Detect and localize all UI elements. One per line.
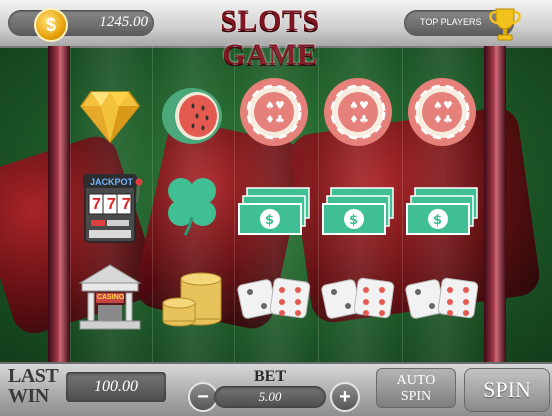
last-win-label-line2: WIN <box>8 385 49 407</box>
svg-text:♣: ♣ <box>359 113 369 126</box>
spin-button[interactable]: SPIN <box>464 368 550 412</box>
dice-icon <box>318 262 398 342</box>
svg-text:♠: ♠ <box>433 99 443 112</box>
svg-text:♦: ♦ <box>349 113 359 126</box>
bet-label: BET <box>253 368 286 385</box>
diamond-icon <box>70 76 150 156</box>
coin-stack-icon <box>152 256 232 336</box>
poker-chip-icon: ♠ ♥ ♦ ♣ <box>318 72 398 152</box>
casino-label: CASINO <box>97 294 125 301</box>
coin-icon: $ <box>34 8 68 42</box>
svg-text:♣: ♣ <box>275 113 285 126</box>
dice-icon <box>234 262 314 342</box>
watermelon-icon <box>152 76 232 156</box>
bet-increase-button[interactable]: + <box>330 382 360 412</box>
last-win-label-line1: LAST <box>8 365 59 387</box>
svg-text:♥: ♥ <box>443 99 453 112</box>
svg-text:♣: ♣ <box>443 113 453 126</box>
svg-text:♥: ♥ <box>359 99 369 112</box>
auto-spin-label-line2: SPIN <box>400 389 432 404</box>
svg-text:♦: ♦ <box>433 113 443 126</box>
poker-chip-icon: ♠ ♥ ♦ ♣ <box>234 72 314 152</box>
svg-text:♠: ♠ <box>265 99 275 112</box>
cash-icon: $ <box>402 172 482 252</box>
poker-chip-icon: ♠ ♥ ♦ ♣ <box>402 72 482 152</box>
cash-icon: $ <box>234 172 314 252</box>
slot-machine-digits: 777 <box>92 196 137 213</box>
coin-balance: 1245.00 <box>99 14 148 30</box>
svg-text:♦: ♦ <box>265 113 275 126</box>
slot-machine-icon: JACKPOT 777 <box>70 166 150 246</box>
clover-icon <box>152 164 232 244</box>
auto-spin-button[interactable]: AUTO SPIN <box>376 368 456 408</box>
last-win-label: LAST WIN <box>8 366 70 406</box>
last-win-value: 100.00 <box>66 372 166 402</box>
top-players-label: TOP PLAYERS <box>420 17 482 27</box>
auto-spin-label-line1: AUTO <box>396 373 436 388</box>
reel-frame-left <box>48 46 70 362</box>
trophy-icon[interactable] <box>488 6 522 42</box>
casino-building-icon: CASINO <box>70 256 150 336</box>
reel-frame-right <box>484 46 506 362</box>
jackpot-label: JACKPOT <box>90 177 134 187</box>
svg-text:$: $ <box>349 213 358 228</box>
svg-text:$: $ <box>433 213 442 228</box>
svg-text:♥: ♥ <box>275 99 285 112</box>
svg-text:♠: ♠ <box>349 99 359 112</box>
svg-text:$: $ <box>265 213 274 228</box>
dice-icon <box>402 262 482 342</box>
bet-value: 5.00 <box>214 386 326 408</box>
cash-icon: $ <box>318 172 398 252</box>
